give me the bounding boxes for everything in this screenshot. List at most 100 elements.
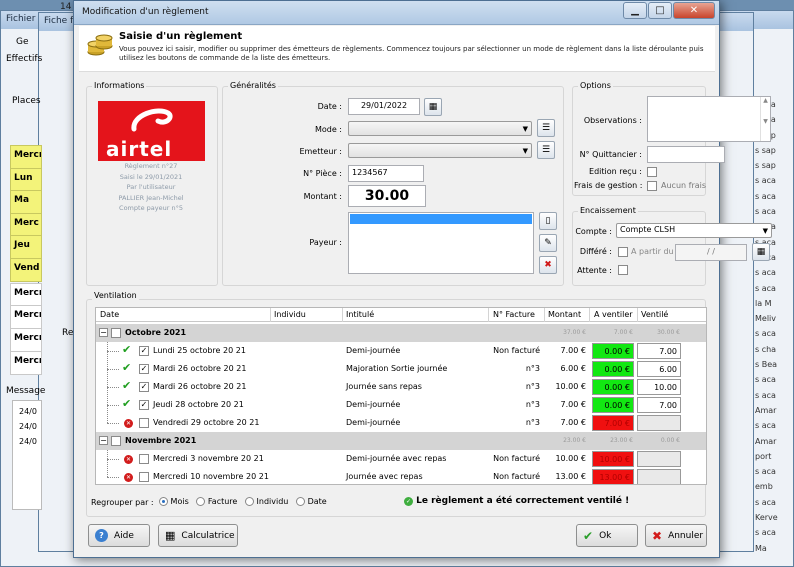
row-ventile-input[interactable] [637, 469, 681, 484]
background-list-item[interactable]: s aca [752, 176, 794, 191]
group-row[interactable]: − Octobre 2021 37.00 € 7.00 € 30.00 € [96, 324, 706, 342]
day-cell[interactable]: Merc [10, 213, 42, 236]
radio-individu[interactable] [244, 497, 254, 506]
column-header-a-ventiler[interactable]: A ventiler [594, 310, 633, 319]
table-row[interactable]: ✕ Vendredi 29 octobre 20 21 Demi-journée n°… [96, 414, 706, 432]
table-row[interactable]: ✔ ✓ Lundi 25 octobre 20 21 Demi-journée Non … [96, 342, 706, 360]
row-checkbox[interactable] [139, 472, 149, 482]
close-button[interactable]: ✕ [673, 2, 715, 19]
row-ventile-input[interactable]: 6.00 [637, 361, 681, 377]
table-row[interactable]: ✕ Mercredi 3 novembre 20 21 Demi-journée a… [96, 450, 706, 468]
edition-checkbox[interactable] [647, 167, 657, 177]
compte-select[interactable]: Compte CLSH ▼ [616, 223, 772, 238]
mode-manage-button[interactable]: ☰ [537, 119, 555, 137]
background-list-item[interactable]: Amar [752, 406, 794, 421]
differe-checkbox[interactable] [618, 247, 628, 257]
background-list-item[interactable]: s sap [752, 161, 794, 176]
background-list-item[interactable]: s aca [752, 421, 794, 436]
background-list-item[interactable]: port [752, 452, 794, 467]
row-ventile-input[interactable]: 7.00 [637, 343, 681, 359]
day-cell[interactable]: Lun [10, 168, 42, 191]
table-row[interactable]: ✔ ✓ Jeudi 28 octobre 20 21 Demi-journée n°3 7… [96, 396, 706, 414]
mode-select[interactable]: ▼ [348, 121, 532, 136]
radio-date[interactable] [296, 497, 306, 506]
minimize-button[interactable]: ▁ [623, 2, 647, 19]
maximize-button[interactable]: □ [648, 2, 672, 19]
quittancier-field[interactable] [647, 146, 725, 163]
payeur-edit-button[interactable]: ✎ [539, 234, 557, 252]
background-list-item[interactable]: la M [752, 299, 794, 314]
background-list-item[interactable]: emb [752, 482, 794, 497]
date-field[interactable]: 29/01/2022 [348, 98, 420, 115]
row-ventile-input[interactable]: 7.00 [637, 397, 681, 413]
ok-button[interactable]: ✔ Ok [576, 524, 638, 547]
background-list-item[interactable]: s aca [752, 498, 794, 513]
background-list-item[interactable]: s aca [752, 375, 794, 390]
annuler-button[interactable]: ✖ Annuler [645, 524, 707, 547]
row-checkbox[interactable]: ✓ [139, 364, 149, 374]
row-ventile-input[interactable] [637, 415, 681, 431]
table-row[interactable]: ✔ ✓ Mardi 26 octobre 20 21 Journée sans rep… [96, 378, 706, 396]
frais-checkbox[interactable] [647, 181, 657, 191]
payeur-add-button[interactable]: ▯ [539, 212, 557, 230]
row-ventile-input[interactable] [637, 451, 681, 467]
background-list-item[interactable]: s aca [752, 284, 794, 299]
observations-scrollbar[interactable]: ▲ ▼ [760, 97, 770, 141]
background-list-item[interactable]: Kerve [752, 513, 794, 528]
day-cell[interactable]: Mercr [10, 328, 42, 352]
column-header-ventile[interactable]: Ventilé [641, 310, 668, 319]
day-cell[interactable]: Vend [10, 258, 42, 282]
day-cell[interactable]: Mercr [10, 283, 42, 307]
table-row[interactable]: ✕ Mercredi 10 novembre 20 21 Journée avec … [96, 468, 706, 484]
aide-button[interactable]: ? Aide [88, 524, 150, 547]
column-header-montant[interactable]: Montant [548, 310, 581, 319]
day-cell[interactable]: Mercr [10, 351, 42, 375]
attente-checkbox[interactable] [618, 265, 628, 275]
differe-calendar-button[interactable]: ▦ [752, 243, 770, 261]
day-cell[interactable]: Mercr [10, 145, 42, 169]
payeur-list[interactable] [348, 212, 534, 274]
row-ventile-input[interactable]: 10.00 [637, 379, 681, 395]
background-list-item[interactable]: s aca [752, 391, 794, 406]
column-header-facture[interactable]: N° Facture [493, 310, 535, 319]
column-header-intitule[interactable]: Intitulé [346, 310, 374, 319]
day-cell[interactable]: Mercr [10, 305, 42, 329]
background-list-item[interactable]: s Bea [752, 360, 794, 375]
payeur-delete-button[interactable]: ✖ [539, 256, 557, 274]
radio-facture[interactable] [196, 497, 206, 506]
montant-field[interactable]: 30.00 [348, 185, 426, 207]
group-checkbox[interactable] [111, 328, 121, 338]
day-cell[interactable]: Jeu [10, 235, 42, 259]
group-collapse-toggle[interactable]: − [99, 436, 108, 445]
emetteur-select[interactable]: ▼ [348, 143, 532, 158]
calendar-button[interactable]: ▦ [424, 98, 442, 116]
row-checkbox[interactable]: ✓ [139, 400, 149, 410]
background-list-item[interactable]: s sap [752, 146, 794, 161]
group-row[interactable]: − Novembre 2021 23.00 € 23.00 € 0.00 € [96, 432, 706, 450]
background-label-places[interactable]: Places [12, 96, 41, 106]
background-label-ge[interactable]: Ge [16, 37, 29, 47]
payeur-selected-row[interactable] [350, 214, 532, 224]
background-list-item[interactable]: s aca [752, 207, 794, 222]
group-collapse-toggle[interactable]: − [99, 328, 108, 337]
group-checkbox[interactable] [111, 436, 121, 446]
background-list-item[interactable]: Amar [752, 437, 794, 452]
background-list-item[interactable]: s aca [752, 329, 794, 344]
column-header-individu[interactable]: Individu [274, 310, 306, 319]
background-label-effectifs[interactable]: Effectifs [6, 54, 42, 64]
radio-mois[interactable] [159, 497, 168, 506]
row-checkbox[interactable]: ✓ [139, 346, 149, 356]
day-cell[interactable]: Ma [10, 190, 42, 214]
background-list-item[interactable]: s aca [752, 192, 794, 207]
background-list-item[interactable]: s cha [752, 345, 794, 360]
column-header-date[interactable]: Date [100, 310, 119, 319]
background-list-item[interactable]: Meliv [752, 314, 794, 329]
ventilation-grid[interactable]: Date Individu Intitulé N° Facture Montan… [95, 307, 707, 485]
row-checkbox[interactable] [139, 418, 149, 428]
row-checkbox[interactable]: ✓ [139, 382, 149, 392]
observations-field[interactable]: ▲ ▼ [647, 96, 771, 142]
emetteur-manage-button[interactable]: ☰ [537, 141, 555, 159]
calculatrice-button[interactable]: ▦ Calculatrice [158, 524, 238, 547]
piece-field[interactable]: 1234567 [348, 165, 424, 182]
row-checkbox[interactable] [139, 454, 149, 464]
